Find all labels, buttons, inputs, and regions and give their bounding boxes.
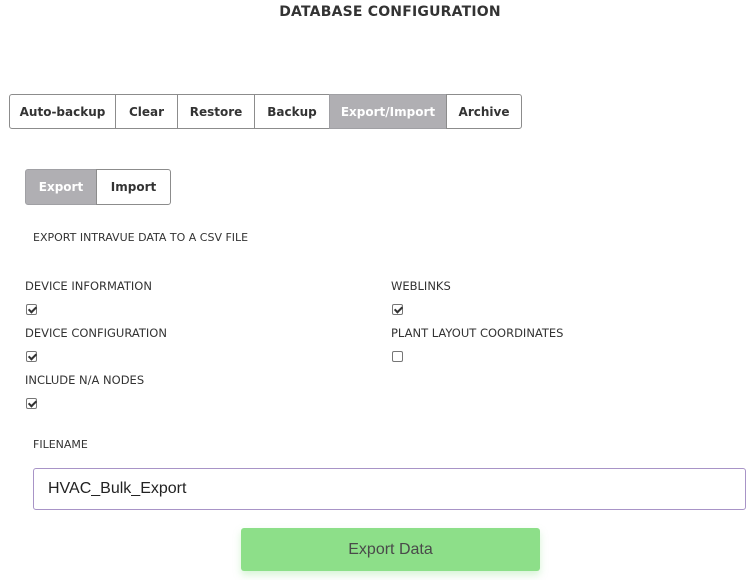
page-title: DATABASE CONFIGURATION (279, 4, 501, 20)
subtab-import[interactable]: Import (96, 169, 171, 205)
device-information-label: DEVICE INFORMATION (25, 279, 152, 293)
weblinks-checkbox[interactable] (392, 304, 403, 315)
subtab-export[interactable]: Export (25, 169, 97, 205)
include-na-nodes-label: INCLUDE N/A NODES (25, 373, 145, 387)
export-data-button[interactable]: Export Data (241, 528, 540, 571)
tab-auto-backup[interactable]: Auto-backup (9, 94, 116, 129)
main-tab-bar: Auto-backup Clear Restore Backup Export/… (9, 94, 522, 129)
export-import-subtab-bar: Export Import (25, 169, 171, 205)
plant-layout-coordinates-checkbox[interactable] (392, 351, 403, 362)
filename-input[interactable] (33, 468, 746, 510)
tab-backup[interactable]: Backup (254, 94, 330, 129)
plant-layout-coordinates-label: PLANT LAYOUT COORDINATES (391, 326, 564, 340)
database-configuration-page: DATABASE CONFIGURATION Auto-backup Clear… (0, 0, 756, 580)
tab-clear[interactable]: Clear (115, 94, 178, 129)
weblinks-label: WEBLINKS (391, 279, 451, 293)
tab-restore[interactable]: Restore (177, 94, 255, 129)
filename-label: FILENAME (33, 438, 88, 451)
tab-export-import[interactable]: Export/Import (329, 94, 447, 129)
include-na-nodes-checkbox[interactable] (26, 398, 37, 409)
device-configuration-checkbox[interactable] (26, 351, 37, 362)
tab-archive[interactable]: Archive (446, 94, 522, 129)
device-information-checkbox[interactable] (26, 304, 37, 315)
device-configuration-label: DEVICE CONFIGURATION (25, 326, 167, 340)
export-section-heading: EXPORT INTRAVUE DATA TO A CSV FILE (33, 231, 249, 244)
